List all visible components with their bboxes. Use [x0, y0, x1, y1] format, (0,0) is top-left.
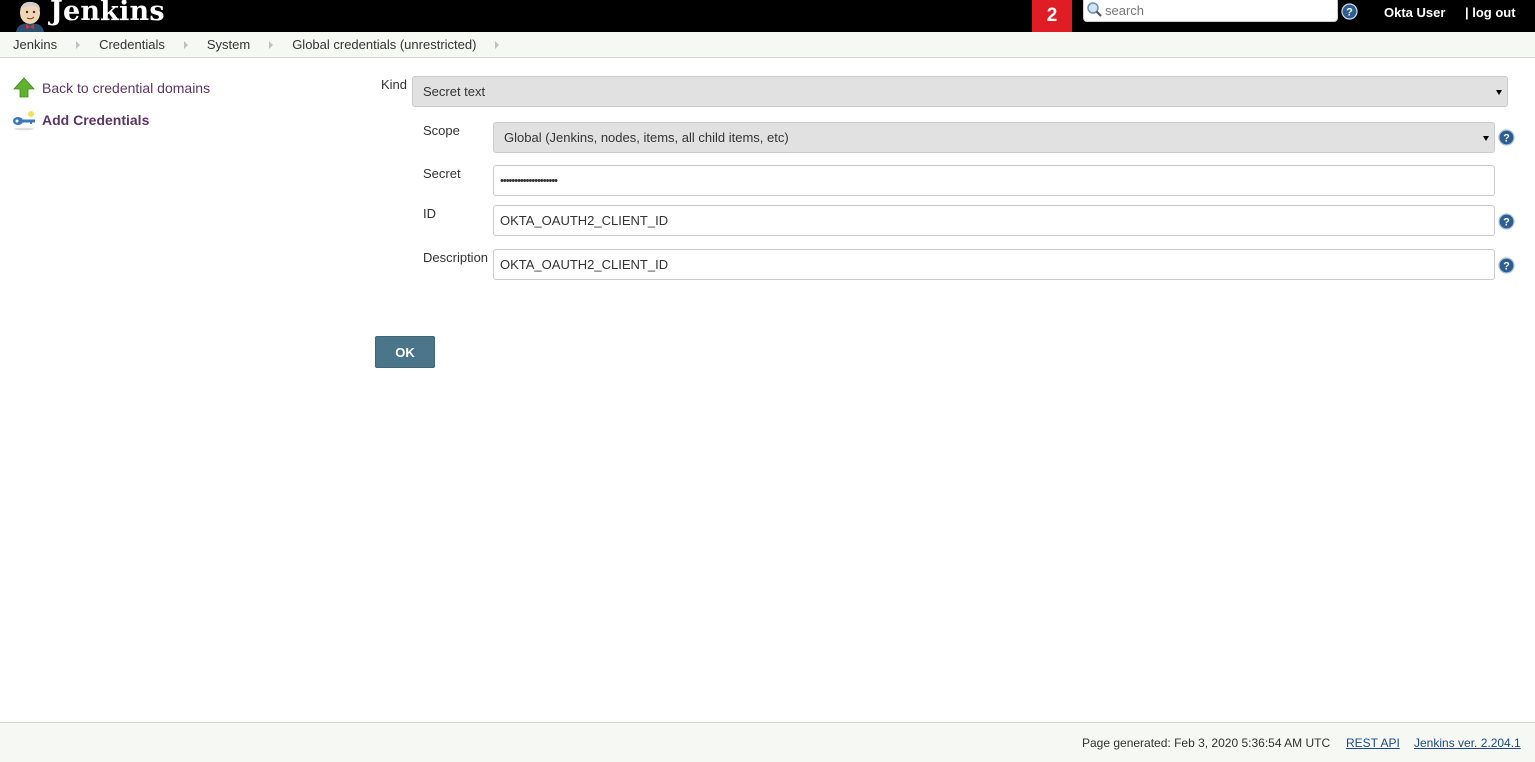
page-generated-text: Page generated: Feb 3, 2020 5:36:54 AM U… — [1082, 736, 1331, 750]
svg-text:?: ? — [1503, 217, 1510, 229]
search-input[interactable] — [1103, 1, 1328, 20]
id-value: OKTA_OAUTH2_CLIENT_ID — [500, 213, 669, 228]
logo-text: Jenkins — [50, 0, 165, 27]
back-to-credential-domains-link[interactable]: Back to credential domains — [42, 80, 210, 96]
id-input[interactable]: OKTA_OAUTH2_CLIENT_ID — [493, 205, 1495, 236]
task-add-credentials[interactable]: Add Credentials — [12, 108, 342, 132]
top-header: Jenkins 2 ? Okta User | log out — [0, 0, 1535, 32]
footer: Page generated: Feb 3, 2020 5:36:54 AM U… — [0, 722, 1535, 762]
logout-link[interactable]: | log out — [1465, 5, 1516, 20]
help-icon[interactable]: ? — [1341, 3, 1358, 20]
side-panel: Back to credential domains Add Credentia… — [12, 76, 342, 140]
breadcrumb-credentials[interactable]: Credentials — [99, 37, 165, 52]
svg-text:?: ? — [1503, 133, 1510, 145]
breadcrumb-system[interactable]: System — [207, 37, 250, 52]
breadcrumb-arrow-icon[interactable] — [183, 40, 188, 49]
search-box — [1083, 0, 1338, 22]
svg-text:?: ? — [1503, 261, 1510, 273]
id-help-icon[interactable]: ? — [1498, 213, 1515, 230]
description-help-icon[interactable]: ? — [1498, 257, 1515, 274]
breadcrumb-global-credentials[interactable]: Global credentials (unrestricted) — [292, 37, 476, 52]
breadcrumb-arrow-icon[interactable] — [495, 40, 500, 49]
scope-select[interactable]: Global (Jenkins, nodes, items, all child… — [493, 122, 1495, 153]
breadcrumb: Jenkins Credentials System Global creden… — [0, 32, 1535, 58]
svg-text:?: ? — [1346, 7, 1353, 19]
jenkins-version-link[interactable]: Jenkins ver. 2.204.1 — [1414, 736, 1521, 750]
breadcrumb-arrow-icon[interactable] — [76, 40, 81, 49]
id-label: ID — [423, 206, 436, 221]
description-input[interactable]: OKTA_OAUTH2_CLIENT_ID — [493, 249, 1495, 280]
jenkins-butler-icon — [12, 0, 46, 32]
kind-label: Kind — [381, 77, 408, 92]
kind-select[interactable]: Secret text — [412, 76, 1508, 107]
secret-label: Secret — [423, 166, 461, 181]
notification-badge[interactable]: 2 — [1032, 0, 1072, 32]
jenkins-logo[interactable]: Jenkins — [12, 0, 165, 32]
task-back-to-credential-domains[interactable]: Back to credential domains — [12, 76, 342, 100]
kind-value: Secret text — [423, 84, 486, 99]
scope-label: Scope — [423, 123, 460, 138]
breadcrumb-jenkins[interactable]: Jenkins — [13, 37, 57, 52]
scope-value: Global (Jenkins, nodes, items, all child… — [504, 130, 789, 145]
rest-api-link[interactable]: REST API — [1346, 736, 1400, 750]
key-icon — [12, 108, 36, 132]
secret-value: •••••••••••••••••••• — [500, 174, 558, 187]
add-credentials-link[interactable]: Add Credentials — [42, 112, 149, 128]
scope-help-icon[interactable]: ? — [1498, 129, 1515, 146]
user-link[interactable]: Okta User — [1384, 5, 1445, 20]
breadcrumb-arrow-icon[interactable] — [269, 40, 274, 49]
search-icon — [1086, 1, 1103, 21]
ok-button[interactable]: OK — [375, 336, 435, 368]
description-label: Description — [423, 250, 489, 265]
dropdown-arrow-icon — [1483, 136, 1489, 141]
description-value: OKTA_OAUTH2_CLIENT_ID — [500, 257, 669, 272]
up-arrow-icon — [12, 76, 36, 100]
secret-input[interactable]: •••••••••••••••••••• — [493, 165, 1495, 196]
dropdown-arrow-icon — [1496, 90, 1502, 95]
